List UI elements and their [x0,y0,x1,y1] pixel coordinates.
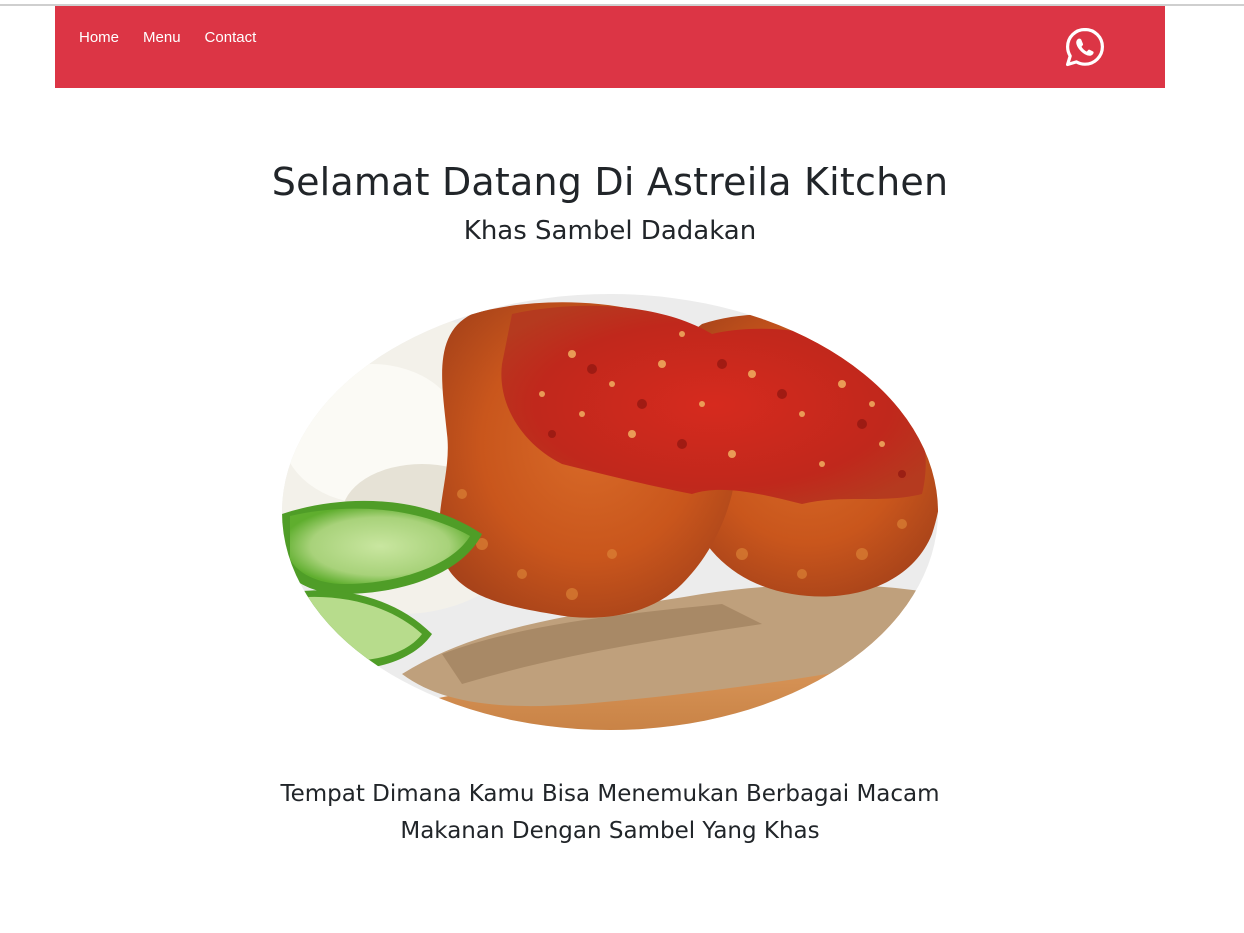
nav-links: Home Menu Contact [79,28,280,48]
tagline-line-1: Tempat Dimana Kamu Bisa Menemukan Berbag… [280,781,940,807]
navbar: Home Menu Contact [55,6,1165,88]
nav-link-menu[interactable]: Menu [143,28,181,48]
tagline-line-2: Makanan Dengan Sambel Yang Khas [400,818,820,844]
page-title: Selamat Datang Di Astreila Kitchen [271,160,949,204]
nav-link-contact[interactable]: Contact [205,28,257,48]
hero-food-image [282,294,938,730]
whatsapp-button[interactable] [1064,26,1106,68]
nav-link-home[interactable]: Home [79,28,119,48]
tagline: Tempat Dimana Kamu Bisa Menemukan Berbag… [0,776,1220,850]
whatsapp-icon [1066,27,1104,67]
page-subtitle: Khas Sambel Dadakan [463,216,757,246]
